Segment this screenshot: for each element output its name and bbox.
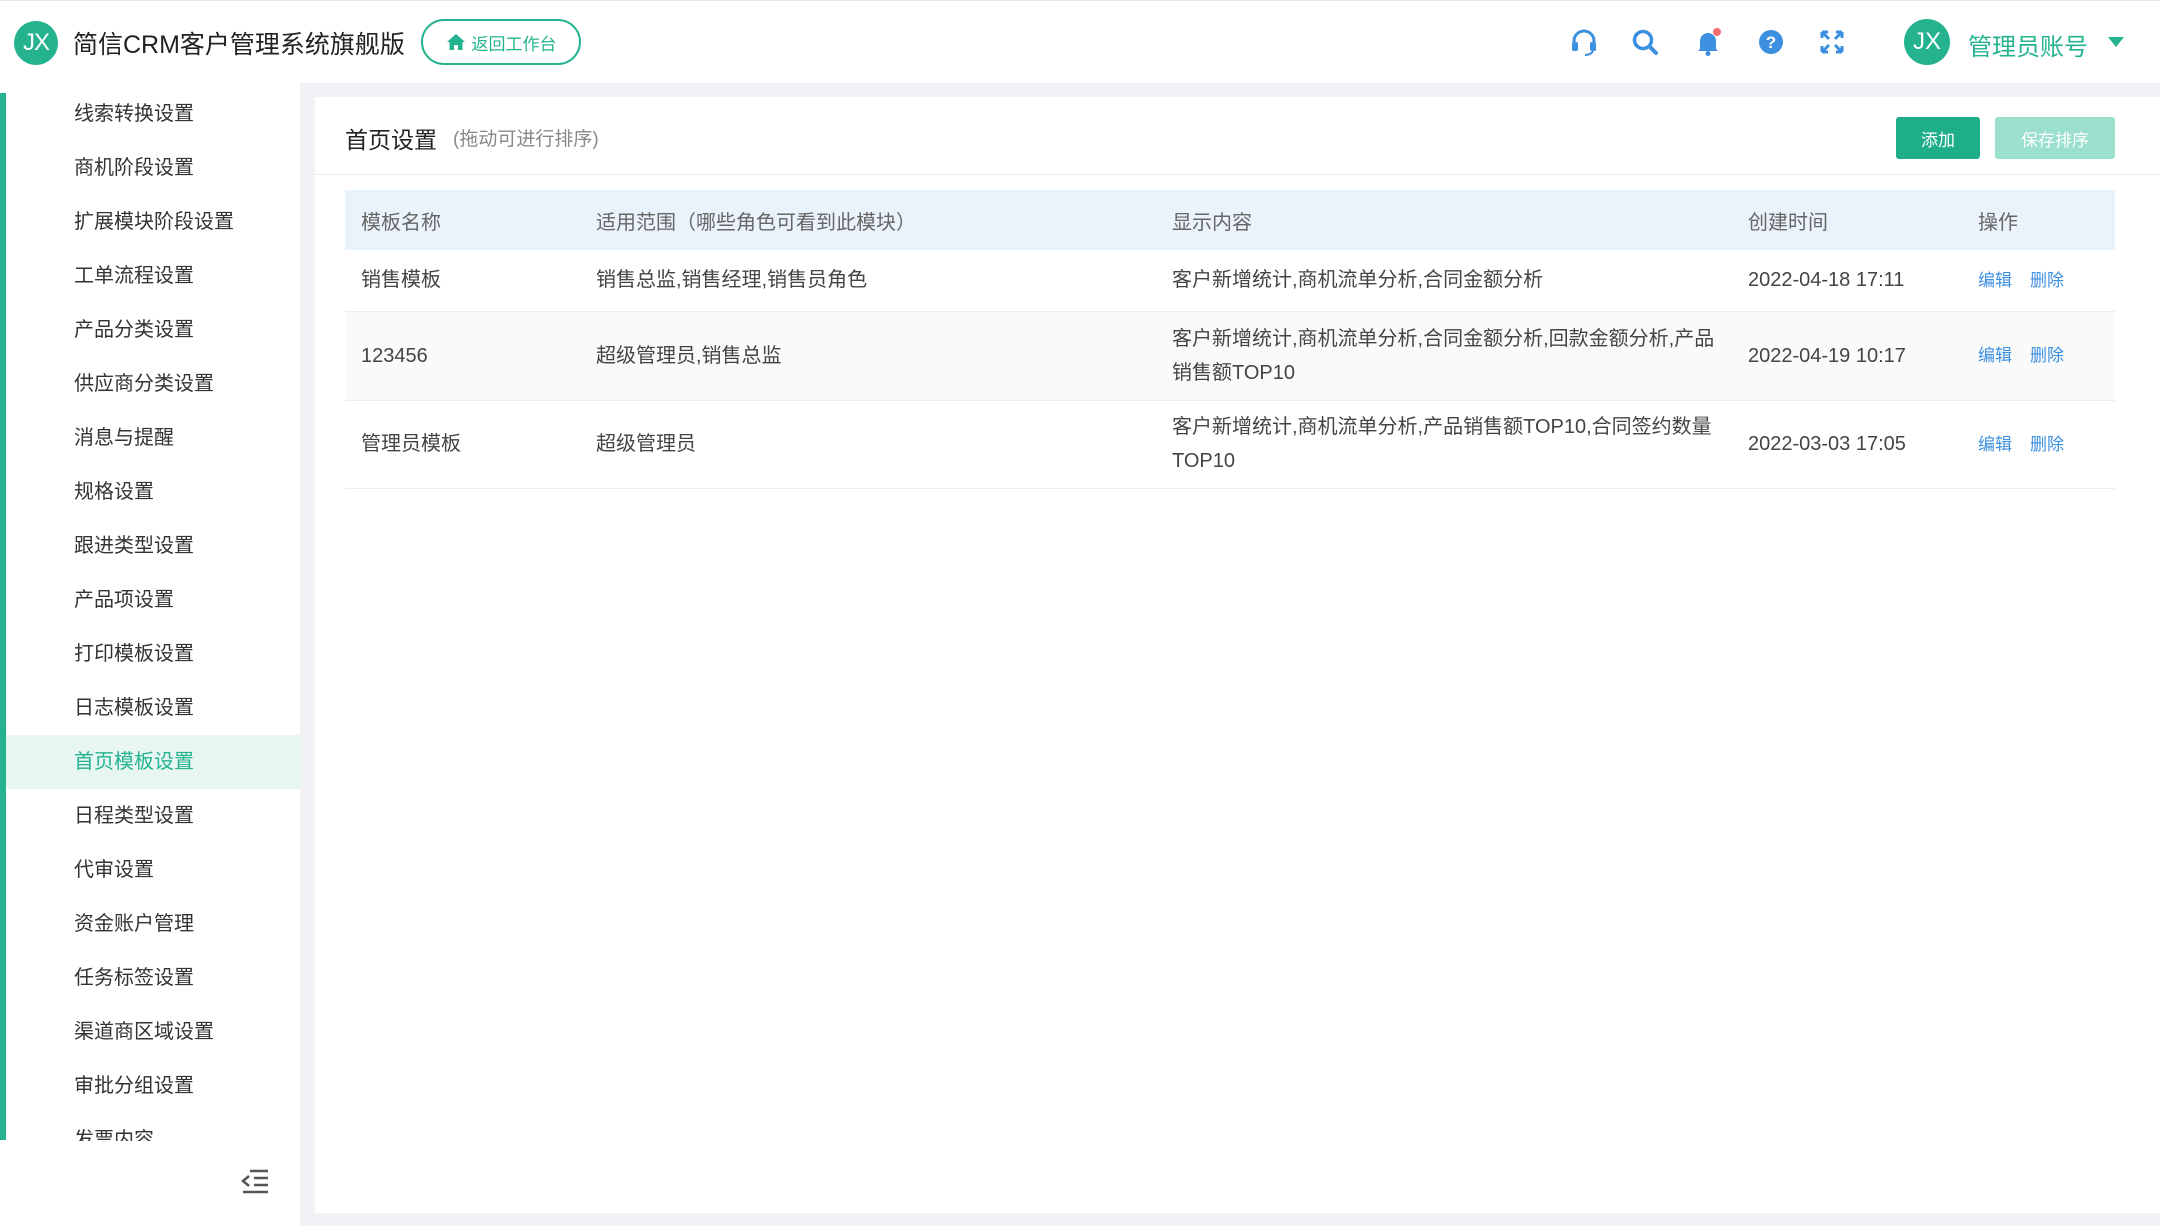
table-header-row: 模板名称 适用范围（哪些角色可看到此模块） 显示内容 创建时间 操作 <box>345 190 2115 250</box>
template-table: 模板名称 适用范围（哪些角色可看到此模块） 显示内容 创建时间 操作 销售模板 … <box>345 190 2115 489</box>
sidebar-item-product-items[interactable]: 产品项设置 <box>6 573 300 627</box>
page-title: 首页设置 <box>345 127 437 153</box>
sidebar-item-invoice-content[interactable]: 发票内容 <box>6 1113 300 1141</box>
user-avatar[interactable]: JX <box>1904 19 1950 65</box>
back-button-label: 返回工作台 <box>471 34 557 54</box>
header-template-name: 模板名称 <box>345 190 580 250</box>
drag-sort-hint: (拖动可进行排序) <box>453 129 599 150</box>
sidebar-item-proxy-review[interactable]: 代审设置 <box>6 843 300 897</box>
table-row[interactable]: 管理员模板 超级管理员 客户新增统计,商机流单分析,产品销售额TOP10,合同签… <box>345 400 2115 489</box>
sidebar-menu[interactable]: 线索转换设置 商机阶段设置 扩展模块阶段设置 工单流程设置 产品分类设置 供应商… <box>6 87 300 1141</box>
search-icon[interactable] <box>1628 25 1662 59</box>
edit-link[interactable]: 编辑 <box>1978 271 2012 290</box>
panel-header: 首页设置 (拖动可进行排序) 添加 保存排序 <box>315 97 2160 175</box>
sidebar-item-messages-reminders[interactable]: 消息与提醒 <box>6 411 300 465</box>
cell-scope: 超级管理员 <box>580 400 1156 489</box>
cell-template-name: 管理员模板 <box>345 400 580 489</box>
cell-display-content: 客户新增统计,商机流单分析,产品销售额TOP10,合同签约数量TOP10 <box>1156 400 1732 489</box>
headset-icon[interactable] <box>1567 25 1601 59</box>
cell-actions: 编辑 删除 <box>1962 311 2115 401</box>
app-title: 简信CRM客户管理系统旗舰版 <box>73 31 405 59</box>
fullscreen-icon[interactable] <box>1815 25 1849 59</box>
sidebar-item-log-template[interactable]: 日志模板设置 <box>6 681 300 735</box>
sidebar-item-specifications[interactable]: 规格设置 <box>6 465 300 519</box>
sidebar-item-approval-groups[interactable]: 审批分组设置 <box>6 1059 300 1113</box>
cell-created-time: 2022-04-19 10:17 <box>1732 311 1962 401</box>
sidebar-item-lead-conversion[interactable]: 线索转换设置 <box>6 87 300 141</box>
menu-collapse-icon[interactable] <box>240 1168 270 1194</box>
cell-display-content: 客户新增统计,商机流单分析,合同金额分析,回款金额分析,产品销售额TOP10 <box>1156 311 1732 401</box>
caret-down-icon[interactable] <box>2108 37 2124 47</box>
table-row[interactable]: 123456 超级管理员,销售总监 客户新增统计,商机流单分析,合同金额分析,回… <box>345 311 2115 401</box>
sidebar-item-extension-stage[interactable]: 扩展模块阶段设置 <box>6 195 300 249</box>
notification-dot <box>1713 28 1721 36</box>
settings-sidebar: 线索转换设置 商机阶段设置 扩展模块阶段设置 工单流程设置 产品分类设置 供应商… <box>0 83 300 1226</box>
svg-text:?: ? <box>1766 33 1776 52</box>
save-sort-button[interactable]: 保存排序 <box>1995 117 2115 159</box>
sidebar-item-fund-accounts[interactable]: 资金账户管理 <box>6 897 300 951</box>
header-actions: 操作 <box>1962 190 2115 250</box>
sidebar-item-opportunity-stage[interactable]: 商机阶段设置 <box>6 141 300 195</box>
cell-scope: 超级管理员,销售总监 <box>580 311 1156 401</box>
cell-template-name: 销售模板 <box>345 250 580 312</box>
cell-actions: 编辑 删除 <box>1962 250 2115 312</box>
help-icon[interactable]: ? <box>1754 25 1788 59</box>
sidebar-item-schedule-type[interactable]: 日程类型设置 <box>6 789 300 843</box>
sidebar-item-product-category[interactable]: 产品分类设置 <box>6 303 300 357</box>
back-to-workbench-button[interactable]: 返回工作台 <box>421 19 581 65</box>
table-row[interactable]: 销售模板 销售总监,销售经理,销售员角色 客户新增统计,商机流单分析,合同金额分… <box>345 250 2115 312</box>
delete-link[interactable]: 删除 <box>2030 346 2064 365</box>
sidebar-item-followup-type[interactable]: 跟进类型设置 <box>6 519 300 573</box>
sidebar-item-home-template[interactable]: 首页模板设置 <box>6 735 300 789</box>
user-account-name[interactable]: 管理员账号 <box>1968 27 2088 62</box>
edit-link[interactable]: 编辑 <box>1978 346 2012 365</box>
sidebar-item-channel-region[interactable]: 渠道商区域设置 <box>6 1005 300 1059</box>
delete-link[interactable]: 删除 <box>2030 435 2064 454</box>
sidebar-item-supplier-category[interactable]: 供应商分类设置 <box>6 357 300 411</box>
header-created-time: 创建时间 <box>1732 190 1962 250</box>
cell-created-time: 2022-04-18 17:11 <box>1732 250 1962 312</box>
cell-created-time: 2022-03-03 17:05 <box>1732 400 1962 489</box>
edit-link[interactable]: 编辑 <box>1978 435 2012 454</box>
sidebar-item-task-tags[interactable]: 任务标签设置 <box>6 951 300 1005</box>
cell-display-content: 客户新增统计,商机流单分析,合同金额分析 <box>1156 250 1732 312</box>
home-icon <box>446 34 465 50</box>
sidebar-item-ticket-flow[interactable]: 工单流程设置 <box>6 249 300 303</box>
add-button[interactable]: 添加 <box>1896 117 1980 159</box>
cell-actions: 编辑 删除 <box>1962 400 2115 489</box>
app-logo[interactable]: JX <box>14 21 58 65</box>
cell-scope: 销售总监,销售经理,销售员角色 <box>580 250 1156 312</box>
header-display-content: 显示内容 <box>1156 190 1732 250</box>
bell-icon[interactable] <box>1691 25 1725 59</box>
main-content-panel: 首页设置 (拖动可进行排序) 添加 保存排序 模板名称 适用范围（哪些角色可看到… <box>315 97 2160 1213</box>
header-scope: 适用范围（哪些角色可看到此模块） <box>580 190 1156 250</box>
delete-link[interactable]: 删除 <box>2030 271 2064 290</box>
sidebar-item-print-template[interactable]: 打印模板设置 <box>6 627 300 681</box>
top-header: JX 简信CRM客户管理系统旗舰版 返回工作台 ? JX 管理员账号 <box>0 0 2160 83</box>
cell-template-name: 123456 <box>345 311 580 401</box>
